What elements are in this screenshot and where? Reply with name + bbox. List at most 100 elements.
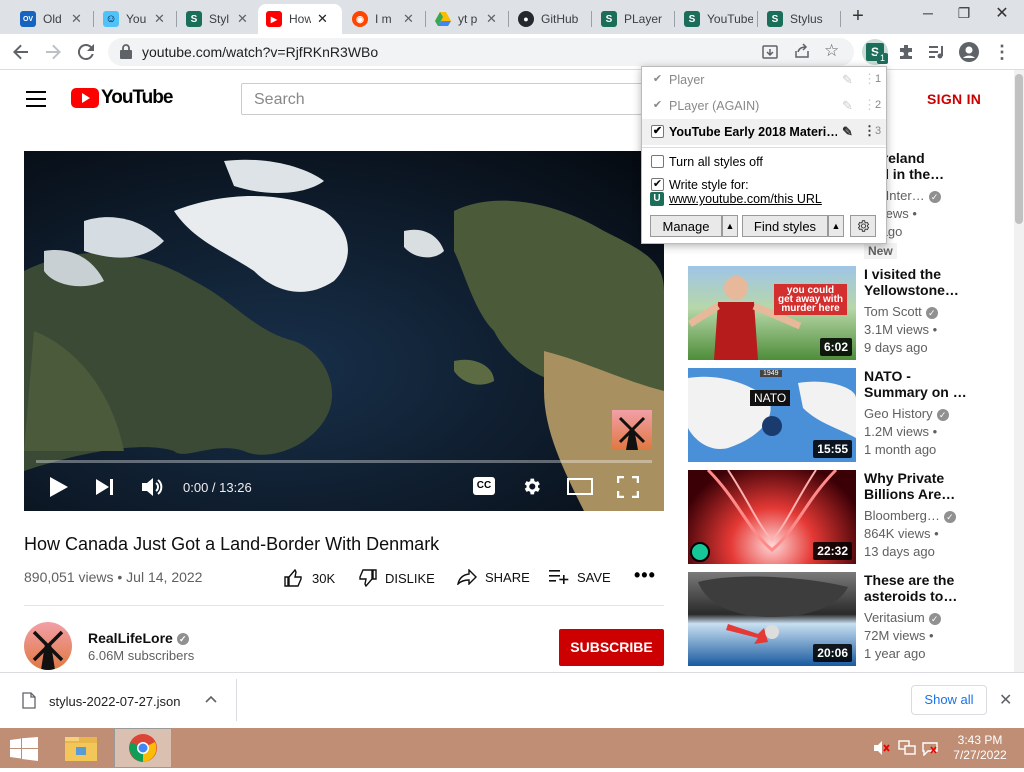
tab-stylus[interactable]: S Stylus [759, 4, 841, 34]
sign-in-button[interactable]: SIGN IN [927, 91, 981, 107]
search-input[interactable]: Search [241, 83, 661, 115]
extensions-puzzle-icon[interactable] [893, 39, 919, 65]
show-all-button[interactable]: Show all [911, 685, 987, 715]
back-icon[interactable] [8, 39, 34, 65]
tab-yt-p[interactable]: yt p ✕ [427, 4, 509, 34]
close-tab-icon[interactable]: ✕ [154, 11, 165, 27]
tab-how[interactable]: ▶ How ✕ [258, 4, 342, 34]
channel-watermark[interactable] [612, 410, 652, 450]
checkmark-icon[interactable]: ✔ [651, 73, 664, 86]
minimize-button[interactable]: ─ [910, 0, 946, 26]
style-entry[interactable]: ✔ PLayer (AGAIN) ✎ ⋮ 2 [642, 93, 886, 119]
url-text[interactable]: youtube.com/watch?v=RjfRKnR3WBo [142, 44, 378, 60]
address-bar[interactable]: youtube.com/watch?v=RjfRKnR3WBo ☆ [108, 38, 854, 66]
media-control-icon[interactable] [924, 39, 950, 65]
style-entry[interactable]: ✔ Player ✎ ⋮ 1 [642, 67, 886, 93]
find-styles-dropdown-icon[interactable]: ▲ [828, 215, 844, 237]
menu-kebab-icon[interactable]: ⋮ [989, 39, 1015, 65]
action-center-icon[interactable] [922, 740, 938, 761]
edit-pencil-icon[interactable]: ✎ [842, 98, 853, 114]
channel-avatar[interactable] [24, 622, 72, 670]
rec-thumbnail[interactable]: NATO 1949 15:55 [688, 368, 856, 462]
windows-taskbar: 3:43 PM 7/27/2022 [0, 728, 1024, 768]
options-gear-icon[interactable] [850, 215, 876, 237]
file-explorer-icon[interactable] [58, 729, 104, 767]
bookmark-star-icon[interactable]: ☆ [824, 41, 839, 61]
tab-player[interactable]: S PLayer [593, 4, 675, 34]
youtube-logo[interactable]: YouTube [71, 87, 173, 109]
close-tab-icon[interactable]: ✕ [71, 11, 82, 27]
close-tab-icon[interactable]: ✕ [403, 11, 414, 27]
next-icon[interactable] [96, 479, 114, 500]
write-style-url-link[interactable]: www.youtube.com/this URL [669, 192, 822, 206]
style-entry-active[interactable]: ✔ YouTube Early 2018 Materi… ✎ ⋮ 3 [642, 119, 886, 145]
download-filename[interactable]: stylus-2022-07-27.json [49, 694, 181, 709]
tab-i-m[interactable]: ◉ I m ✕ [344, 4, 426, 34]
edit-pencil-icon[interactable]: ✎ [842, 124, 853, 140]
close-window-button[interactable]: ✕ [984, 0, 1020, 26]
recommendation-item[interactable]: 22:32 Why Private Billions Are… Bloomber… [688, 470, 1024, 564]
turn-all-off-checkbox[interactable] [651, 155, 664, 168]
lock-icon[interactable] [120, 44, 132, 64]
theater-mode-icon[interactable] [567, 478, 593, 495]
share-arrow-icon [457, 569, 477, 585]
captions-icon[interactable]: CC [473, 477, 495, 495]
share-button[interactable]: SHARE [457, 569, 530, 585]
progress-bar[interactable] [36, 460, 652, 463]
scrollbar-track[interactable] [1014, 70, 1024, 672]
manage-dropdown-icon[interactable]: ▲ [722, 215, 738, 237]
tab-old[interactable]: OV Old ✕ [12, 4, 94, 34]
system-clock[interactable]: 3:43 PM 7/27/2022 [952, 733, 1008, 763]
close-tab-icon[interactable]: ✕ [237, 11, 248, 27]
close-download-bar-icon[interactable]: ✕ [999, 690, 1012, 710]
video-title: How Canada Just Got a Land-Border With D… [24, 534, 440, 554]
subscribe-button[interactable]: SUBSCRIBE [559, 629, 664, 666]
profile-avatar-icon[interactable] [956, 39, 982, 65]
tab-you[interactable]: ☺ You ✕ [95, 4, 177, 34]
checkmark-icon[interactable]: ✔ [651, 99, 664, 112]
close-tab-icon[interactable]: ✕ [317, 11, 328, 27]
file-icon [22, 692, 36, 714]
download-options-chevron-icon[interactable] [205, 691, 217, 706]
tab-youtube-style[interactable]: S YouTube [676, 4, 758, 34]
restore-button[interactable]: ❐ [946, 0, 982, 26]
volume-icon[interactable] [142, 477, 164, 502]
rec-thumbnail[interactable]: 22:32 [688, 470, 856, 564]
stylus-extension-button[interactable]: S 1 [862, 39, 888, 65]
style-enabled-checkbox[interactable]: ✔ [651, 125, 664, 138]
close-tab-icon[interactable]: ✕ [486, 11, 497, 27]
install-app-icon[interactable] [762, 44, 778, 65]
reload-icon[interactable] [73, 39, 99, 65]
settings-gear-icon[interactable] [521, 476, 542, 502]
tab-github[interactable]: ● GitHub [510, 4, 592, 34]
find-styles-button[interactable]: Find styles [742, 215, 828, 237]
dislike-button[interactable]: DISLIKE [359, 569, 435, 587]
turn-all-off-label[interactable]: Turn all styles off [669, 155, 763, 169]
new-tab-button[interactable]: + [840, 3, 876, 29]
scrollbar-thumb[interactable] [1015, 74, 1023, 224]
windows-start-icon[interactable] [10, 737, 38, 766]
save-button[interactable]: SAVE [549, 569, 611, 585]
tab-styl[interactable]: S Styl ✕ [178, 4, 260, 34]
more-actions-icon[interactable]: ••• [634, 565, 656, 586]
recommendation-item[interactable]: you could get away with murder here 6:02… [688, 266, 1024, 360]
like-button[interactable]: 30K [284, 569, 335, 587]
write-style-checkbox[interactable]: ✔ [651, 178, 664, 191]
chrome-taskbar-icon[interactable] [114, 728, 172, 768]
recommendation-item[interactable]: 20:06 These are the asteroids to… Verita… [688, 572, 1024, 666]
video-player[interactable]: 0:00 / 13:26 CC [24, 151, 664, 511]
share-icon[interactable] [794, 43, 810, 64]
forward-icon[interactable] [40, 39, 66, 65]
recommendation-item[interactable]: NATO 1949 15:55 NATO - Summary on … Geo … [688, 368, 1024, 462]
play-icon[interactable] [50, 477, 68, 502]
rec-thumbnail[interactable]: you could get away with murder here 6:02 [688, 266, 856, 360]
rec-thumbnail[interactable]: 20:06 [688, 572, 856, 666]
duration-badge: 15:55 [813, 440, 852, 458]
volume-muted-icon[interactable] [874, 740, 890, 761]
edit-pencil-icon[interactable]: ✎ [842, 72, 853, 88]
network-icon[interactable] [898, 740, 916, 761]
channel-name[interactable]: RealLifeLore ✓ [88, 630, 189, 646]
manage-button[interactable]: Manage [650, 215, 722, 237]
fullscreen-icon[interactable] [616, 475, 640, 503]
hamburger-menu-icon[interactable] [26, 91, 46, 112]
